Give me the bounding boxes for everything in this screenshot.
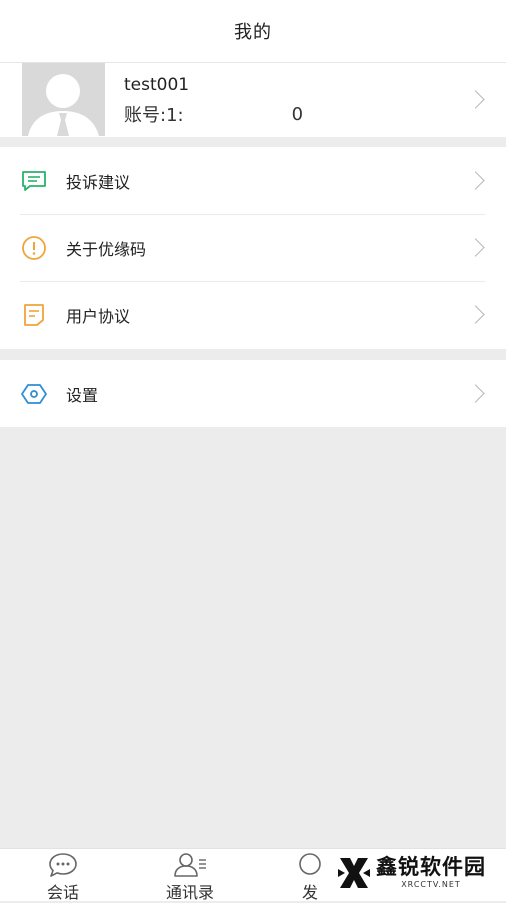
chevron-right-icon bbox=[466, 384, 485, 403]
menu-item-label: 关于优缘码 bbox=[66, 239, 147, 259]
account-suffix: 0 bbox=[291, 103, 304, 125]
tab-label: 通讯录 bbox=[165, 883, 214, 902]
message-square-icon bbox=[21, 168, 47, 194]
account-masked-area bbox=[183, 103, 292, 125]
settings-hexagon-icon bbox=[21, 381, 47, 407]
account-prefix: 账号:1: bbox=[124, 105, 184, 126]
chevron-right-icon bbox=[466, 171, 485, 190]
default-avatar-icon bbox=[22, 63, 105, 136]
contacts-icon bbox=[172, 852, 208, 882]
watermark-logo-icon bbox=[338, 858, 370, 888]
discover-icon bbox=[296, 852, 324, 882]
menu-item-settings[interactable]: 设置 bbox=[0, 360, 506, 427]
info-circle-icon bbox=[21, 235, 47, 261]
menu-item-user-agreement[interactable]: 用户协议 bbox=[0, 281, 506, 348]
menu-group-settings: 设置 bbox=[0, 360, 506, 427]
page-title: 我的 bbox=[234, 22, 272, 43]
site-watermark: 鑫锐软件园 XRCCTV.NET bbox=[326, 850, 490, 896]
menu-item-label: 用户协议 bbox=[66, 306, 131, 326]
watermark-subtitle: XRCCTV.NET bbox=[401, 880, 461, 889]
chat-bubble-icon bbox=[48, 852, 78, 882]
profile-card[interactable]: test001 账号:1: 0 bbox=[0, 62, 506, 137]
chevron-right-icon bbox=[466, 90, 485, 109]
tab-contacts[interactable]: 通讯录 bbox=[130, 849, 250, 902]
page-header: 我的 bbox=[0, 0, 506, 62]
menu-item-label: 设置 bbox=[66, 385, 99, 405]
menu-item-feedback[interactable]: 投诉建议 bbox=[0, 147, 506, 214]
app-screen: 我的 test001 账号:1: 0 投诉建议 关于优缘码 用户协议 设置 会话… bbox=[0, 0, 506, 902]
chevron-right-icon bbox=[466, 305, 485, 324]
menu-group-main: 投诉建议 关于优缘码 用户协议 bbox=[0, 147, 506, 349]
profile-username: test001 bbox=[124, 75, 190, 95]
chevron-right-icon bbox=[466, 238, 485, 257]
menu-item-about[interactable]: 关于优缘码 bbox=[0, 214, 506, 281]
document-icon bbox=[21, 302, 47, 328]
menu-item-label: 投诉建议 bbox=[66, 172, 131, 192]
watermark-title: 鑫锐软件园 bbox=[376, 855, 486, 879]
tab-label: 会话 bbox=[46, 883, 79, 902]
profile-account: 账号:1: 0 bbox=[124, 101, 303, 127]
tab-conversations[interactable]: 会话 bbox=[3, 849, 123, 902]
